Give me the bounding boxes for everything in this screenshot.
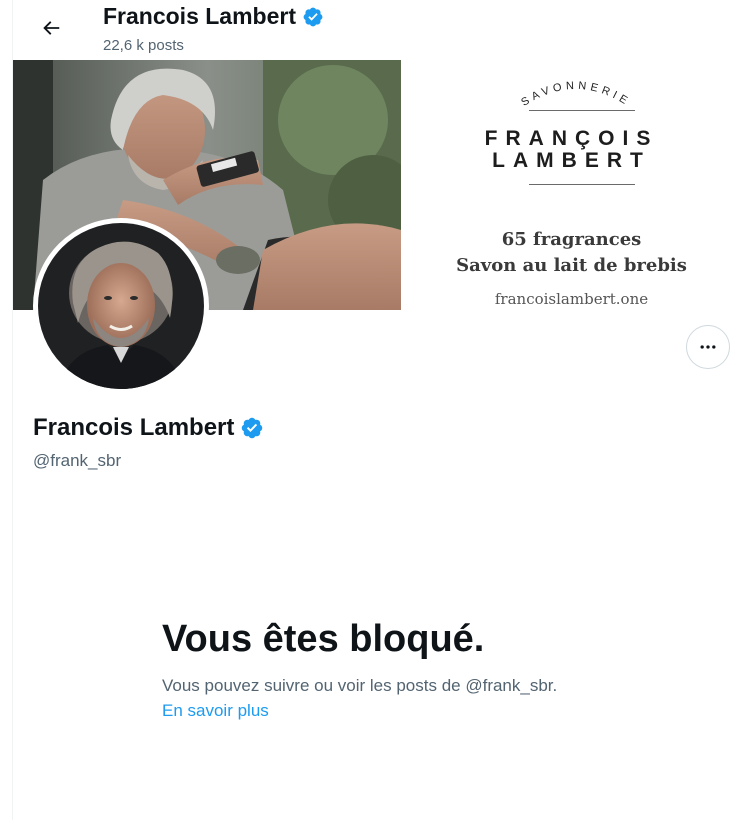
avatar-photo	[38, 223, 204, 389]
header-title: Francois Lambert	[103, 3, 324, 30]
avatar[interactable]	[33, 218, 209, 394]
brand-url: francoislambert.one	[494, 290, 649, 308]
verified-badge-icon[interactable]	[240, 416, 264, 440]
header-name-text: Francois Lambert	[103, 3, 296, 29]
verified-badge-icon	[303, 7, 323, 26]
brand-top-label: SAVONNERIE	[519, 80, 629, 109]
profile-handle: @frank_sbr	[33, 451, 122, 470]
brand-rule-bottom	[529, 184, 635, 185]
brand-line1: FRANÇOIS	[484, 127, 659, 150]
brand-line2: LAMBERT	[492, 149, 651, 172]
blocked-title: Vous êtes bloqué.	[162, 618, 485, 660]
more-options-button[interactable]	[686, 325, 730, 369]
banner-brand-panel: SAVONNERIE FRANÇOIS LAMBERT 65 fragrance…	[401, 60, 742, 310]
svg-text:SAVONNERIE: SAVONNERIE	[519, 80, 633, 109]
profile-header: Francois Lambert 22,6 k posts	[13, 0, 742, 60]
arrow-left-icon	[43, 21, 60, 35]
back-button[interactable]	[33, 10, 69, 46]
learn-more-link[interactable]: En savoir plus	[162, 701, 269, 721]
more-horizontal-icon	[700, 345, 716, 349]
profile-name-text: Francois Lambert	[33, 414, 235, 441]
profile-name: Francois Lambert	[33, 414, 264, 442]
posts-count: 22,6 k posts	[103, 37, 184, 54]
brand-rule-top	[529, 110, 635, 111]
brand-tagline2: Savon au lait de brebis	[456, 255, 687, 276]
brand-tagline1: 65 fragrances	[501, 229, 642, 250]
blocked-description: Vous pouvez suivre ou voir les posts de …	[162, 676, 558, 695]
